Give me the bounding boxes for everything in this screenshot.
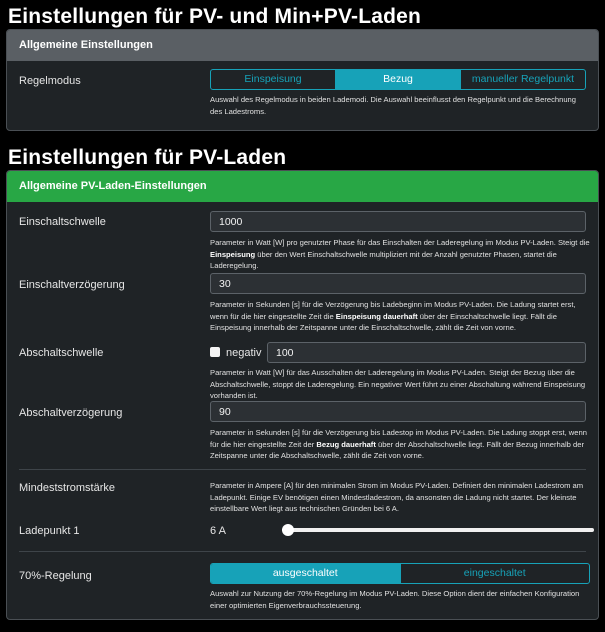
ladepunkt-1-slider-thumb[interactable] (282, 524, 294, 536)
einschaltschwelle-label: Einschaltschwelle (19, 216, 106, 228)
ladepunkt-1-slider[interactable] (282, 524, 594, 536)
regelmodus-button-group: Einspeisung Bezug manueller Regelpunkt (210, 69, 586, 90)
abschaltschwelle-help: Parameter in Watt [W] für das Ausschalte… (210, 368, 586, 400)
abschaltschwelle-input[interactable]: 100 (267, 342, 586, 363)
card-pv-laden-einstellungen: Allgemeine PV-Laden-Einstellungen Einsch… (6, 170, 599, 620)
regelung70-button-group: ausgeschaltet eingeschaltet (210, 563, 590, 584)
mindeststrom-help: Parameter in Ampere [A] für den minimale… (210, 481, 584, 513)
ladepunkt-1-label: Ladepunkt 1 (19, 525, 80, 537)
regelung70-label: 70%-Regelung (19, 570, 92, 582)
divider (19, 551, 586, 552)
einschaltverzoegerung-help: Parameter in Sekunden [s] für die Verzög… (210, 300, 576, 332)
abschaltschwelle-label: Abschaltschwelle (19, 347, 104, 359)
einschaltschwelle-input[interactable]: 1000 (210, 211, 586, 232)
regelung70-option-eingeschaltet[interactable]: eingeschaltet (401, 564, 590, 583)
regelmodus-option-manueller-regelpunkt[interactable]: manueller Regelpunkt (461, 70, 585, 89)
card-header-allgemeine-einstellungen: Allgemeine Einstellungen (7, 30, 598, 61)
mindeststrom-label: Mindeststromstärke (19, 482, 115, 494)
page-title-pv-laden: Einstellungen für PV-Laden (8, 146, 287, 169)
ladepunkt-1-value: 6 A (210, 525, 226, 537)
card-header-pv-laden: Allgemeine PV-Laden-Einstellungen (7, 171, 598, 202)
regelmodus-option-einspeisung[interactable]: Einspeisung (211, 70, 336, 89)
page-title-pv-min-pv: Einstellungen für PV- und Min+PV-Laden (8, 5, 422, 28)
regelung70-option-ausgeschaltet[interactable]: ausgeschaltet (211, 564, 401, 583)
negativ-label[interactable]: negativ (226, 347, 261, 359)
abschaltverzoegerung-label: Abschaltverzögerung (19, 407, 123, 419)
regelmodus-help: Auswahl des Regelmodus in beiden Lademod… (210, 95, 577, 116)
divider (19, 469, 586, 470)
regelmodus-label: Regelmodus (19, 75, 81, 87)
regelmodus-option-bezug[interactable]: Bezug (336, 70, 461, 89)
abschaltverzoegerung-input[interactable]: 90 (210, 401, 586, 422)
negativ-checkbox[interactable] (210, 347, 220, 357)
abschaltverzoegerung-help: Parameter in Sekunden [s] für die Verzög… (210, 428, 587, 460)
regelung70-help: Auswahl zur Nutzung der 70%-Regelung im … (210, 589, 580, 610)
einschaltverzoegerung-label: Einschaltverzögerung (19, 279, 125, 291)
einschaltschwelle-help: Parameter in Watt [W] pro genutzter Phas… (210, 238, 590, 270)
einschaltverzoegerung-input[interactable]: 30 (210, 273, 586, 294)
card-allgemeine-einstellungen: Allgemeine Einstellungen Regelmodus Eins… (6, 29, 599, 131)
